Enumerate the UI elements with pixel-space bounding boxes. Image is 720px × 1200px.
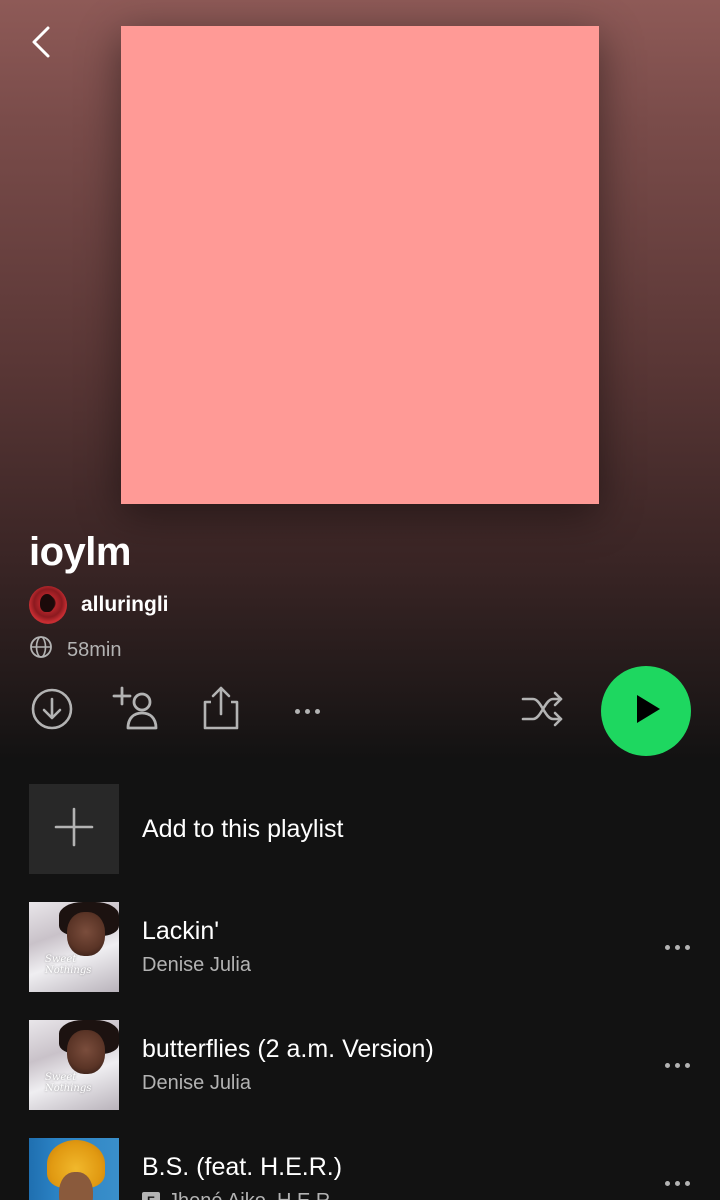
add-collaborator-button[interactable] bbox=[112, 686, 162, 736]
album-art-text: Sweet Nothings bbox=[45, 954, 92, 976]
more-icon bbox=[664, 944, 690, 950]
plus-icon bbox=[52, 805, 96, 854]
add-box bbox=[29, 784, 119, 874]
add-to-playlist-label: Add to this playlist bbox=[142, 814, 344, 843]
playlist-cover bbox=[121, 26, 599, 504]
share-icon bbox=[199, 684, 243, 737]
playlist-page: ioylm alluringli 58min Add to this playl… bbox=[0, 0, 720, 1200]
avatar[interactable] bbox=[29, 586, 67, 624]
track-title: B.S. (feat. H.E.R.) bbox=[142, 1153, 343, 1181]
album-art-text: Sweet Nothings bbox=[45, 1072, 92, 1094]
play-button[interactable] bbox=[601, 666, 691, 756]
album-art: Sweet Nothings bbox=[29, 1020, 119, 1110]
more-icon bbox=[664, 1180, 690, 1186]
playlist-meta: 58min bbox=[29, 634, 121, 666]
track-row[interactable]: B.S. (feat. H.E.R.) E Jhené Aiko, H.E.R. bbox=[29, 1138, 699, 1200]
track-info: Lackin' Denise Julia bbox=[142, 915, 647, 979]
owner-name[interactable]: alluringli bbox=[81, 593, 169, 617]
track-row[interactable]: Sweet Nothings butterflies (2 a.m. Versio… bbox=[29, 1020, 699, 1110]
track-artist: E Jhené Aiko, H.E.R. bbox=[142, 1187, 647, 1200]
more-icon bbox=[294, 708, 320, 714]
owner-row[interactable]: alluringli bbox=[29, 585, 169, 625]
add-to-playlist-row[interactable]: Add to this playlist bbox=[29, 784, 689, 874]
play-icon bbox=[629, 692, 663, 731]
track-more-button[interactable] bbox=[655, 1161, 699, 1200]
shuffle-button[interactable] bbox=[518, 688, 568, 734]
back-icon bbox=[30, 24, 54, 65]
album-art: Sweet Nothings bbox=[29, 902, 119, 992]
download-button[interactable] bbox=[29, 688, 75, 734]
track-info: B.S. (feat. H.E.R.) E Jhené Aiko, H.E.R. bbox=[142, 1151, 647, 1200]
track-info: butterflies (2 a.m. Version) Denise Juli… bbox=[142, 1033, 647, 1097]
globe-icon bbox=[29, 635, 53, 665]
track-row[interactable]: Sweet Nothings Lackin' Denise Julia bbox=[29, 902, 699, 992]
shuffle-icon bbox=[519, 687, 567, 736]
explicit-badge: E bbox=[142, 1192, 160, 1200]
track-artist-name: Denise Julia bbox=[142, 954, 251, 976]
track-artist-name: Jhené Aiko, H.E.R. bbox=[168, 1187, 336, 1200]
track-artist-name: Denise Julia bbox=[142, 1072, 251, 1094]
more-options-button[interactable] bbox=[284, 696, 330, 726]
track-title: Lackin' bbox=[142, 917, 220, 945]
track-title: butterflies (2 a.m. Version) bbox=[142, 1035, 434, 1063]
track-artist: Denise Julia bbox=[142, 1069, 647, 1097]
playlist-title: ioylm bbox=[29, 530, 131, 574]
playlist-duration: 58min bbox=[67, 638, 122, 661]
more-icon bbox=[664, 1062, 690, 1068]
add-user-icon bbox=[112, 684, 162, 739]
back-button[interactable] bbox=[22, 22, 62, 66]
share-button[interactable] bbox=[198, 686, 244, 734]
track-more-button[interactable] bbox=[655, 1043, 699, 1087]
track-more-button[interactable] bbox=[655, 925, 699, 969]
track-artist: Denise Julia bbox=[142, 951, 647, 979]
album-art bbox=[29, 1138, 119, 1200]
download-icon bbox=[30, 687, 74, 736]
